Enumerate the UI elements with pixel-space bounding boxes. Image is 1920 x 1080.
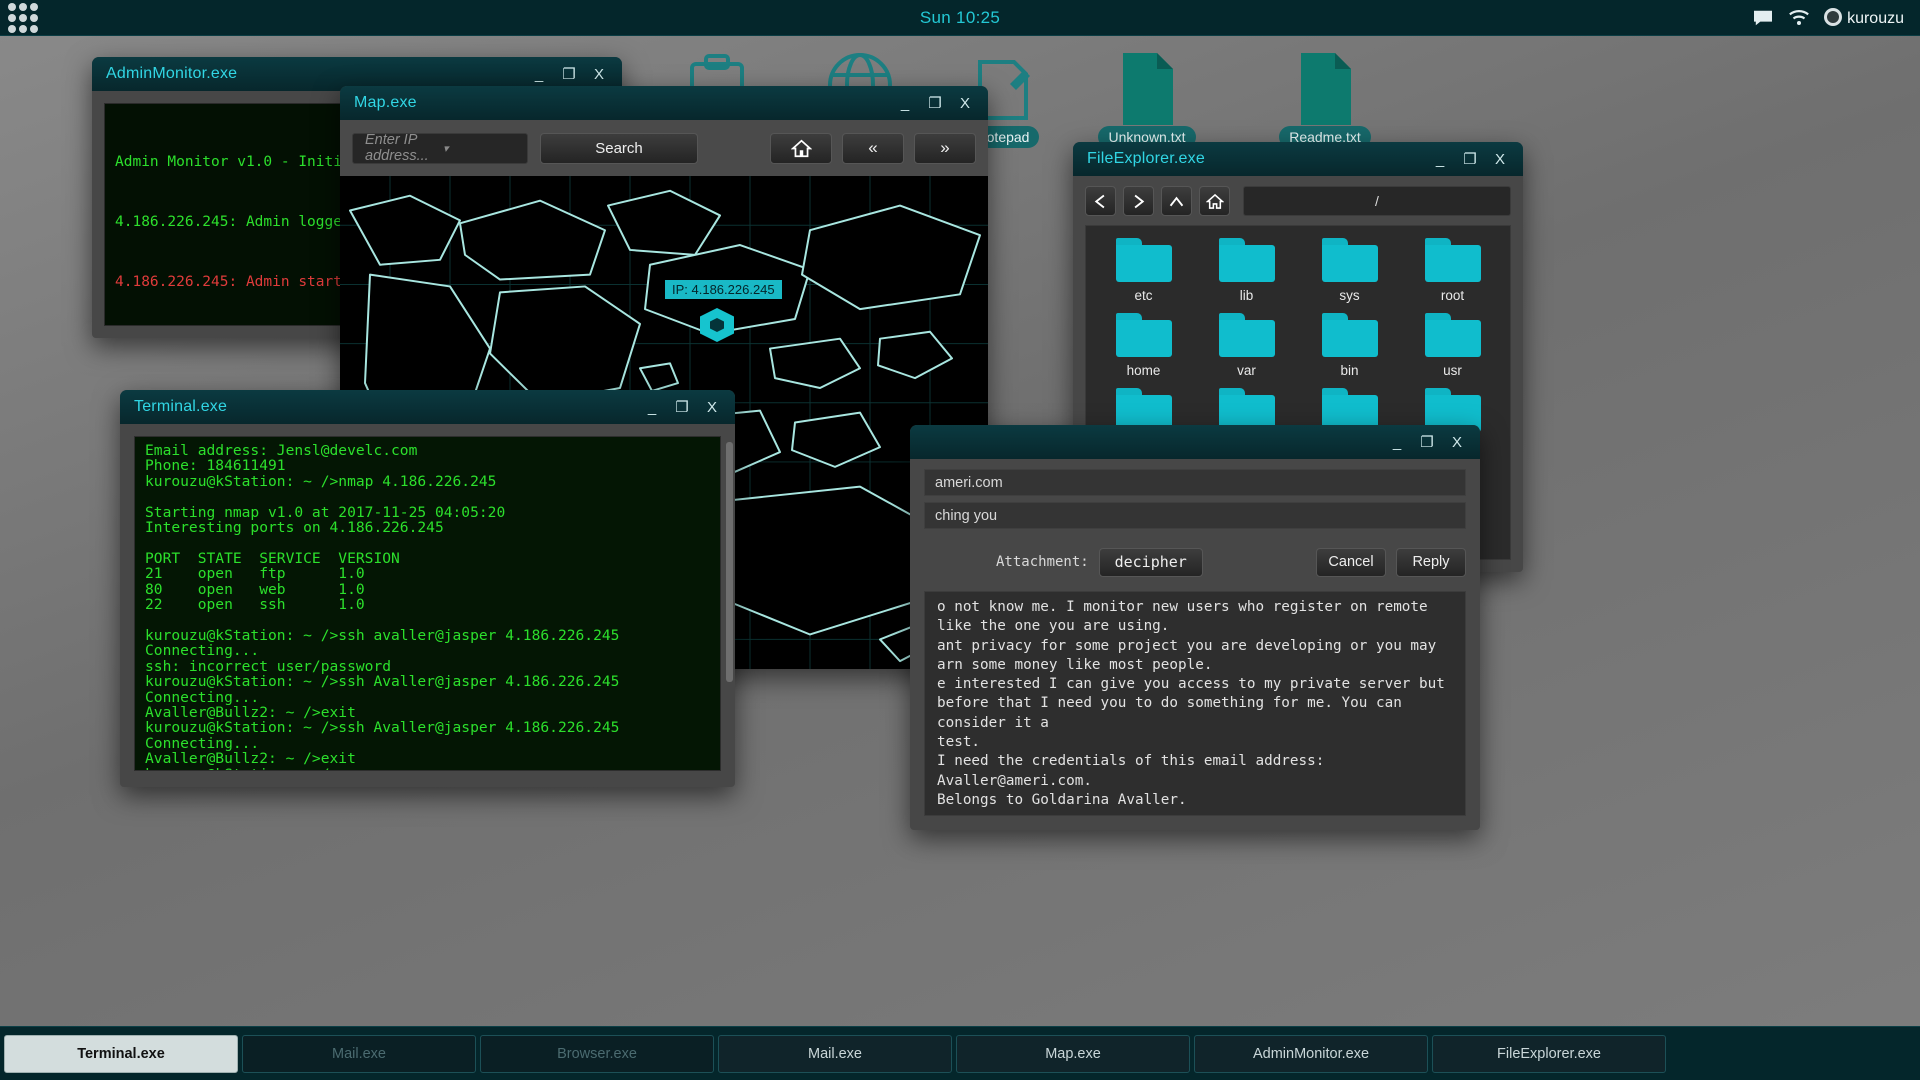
folder-label: bin	[1340, 363, 1359, 378]
folder-icon	[1218, 238, 1275, 282]
window-mail[interactable]: _ ❐ X ameri.com ching you Attachment: de…	[910, 425, 1480, 830]
window-title: Terminal.exe	[134, 398, 228, 415]
titlebar-terminal[interactable]: Terminal.exe _ ❐ X	[120, 390, 735, 424]
window-terminal[interactable]: Terminal.exe _ ❐ X Email address: Jensl@…	[120, 390, 735, 787]
terminal-scrollbar[interactable]	[726, 442, 733, 682]
folder-label: sys	[1339, 288, 1360, 303]
file-icon	[1270, 52, 1380, 126]
mail-body[interactable]: o not know me. I monitor new users who r…	[924, 591, 1466, 816]
maximize-button[interactable]: ❐	[562, 67, 576, 82]
minimize-button[interactable]: _	[645, 400, 659, 415]
mail-action-row: Attachment: decipher Cancel Reply	[924, 541, 1466, 583]
map-home-button[interactable]	[770, 132, 832, 164]
folder-icon	[1424, 238, 1481, 282]
close-button[interactable]: X	[592, 67, 606, 82]
chevron-left-icon[interactable]	[1085, 186, 1116, 216]
top-bar: Sun 10:25 kurouzu	[0, 0, 1920, 36]
map-prev-button[interactable]: «	[842, 132, 904, 164]
folder-label: etc	[1134, 288, 1153, 303]
window-title: Map.exe	[354, 94, 417, 111]
folder-icon	[1321, 238, 1378, 282]
taskbar-item-browser[interactable]: Browser.exe	[480, 1034, 714, 1073]
close-button[interactable]: X	[705, 400, 719, 415]
chevron-up-icon[interactable]	[1161, 186, 1192, 216]
folder-icon	[1115, 313, 1172, 357]
ip-input-placeholder: Enter IP address...	[365, 132, 429, 164]
cancel-button[interactable]: Cancel	[1316, 547, 1386, 577]
maximize-button[interactable]: ❐	[675, 400, 689, 415]
terminal-output[interactable]: Email address: Jensl@develc.com Phone: 1…	[134, 436, 721, 771]
chevron-right-icon[interactable]	[1123, 186, 1154, 216]
folder-item[interactable]: var	[1197, 313, 1296, 378]
folder-icon	[1115, 238, 1172, 282]
taskbar-item-mail-2[interactable]: Mail.exe	[718, 1034, 952, 1073]
location-hex-icon[interactable]	[700, 308, 734, 342]
close-button[interactable]: X	[1493, 152, 1507, 167]
minimize-button[interactable]: _	[898, 96, 912, 111]
folder-icon	[1218, 313, 1275, 357]
folder-icon	[1321, 313, 1378, 357]
folder-item[interactable]: bin	[1300, 313, 1399, 378]
folder-item[interactable]: lib	[1197, 238, 1296, 303]
folder-label: usr	[1443, 363, 1462, 378]
home-icon[interactable]	[1199, 186, 1230, 216]
close-button[interactable]: X	[1450, 435, 1464, 450]
folder-label: home	[1126, 363, 1161, 378]
window-title: FileExplorer.exe	[1087, 150, 1205, 167]
clock: Sun 10:25	[919, 7, 1001, 27]
attachment-label: Attachment:	[996, 554, 1089, 570]
titlebar-mail[interactable]: _ ❐ X	[910, 425, 1480, 459]
mail-subject-field[interactable]: ching you	[924, 502, 1466, 529]
folder-icon	[1424, 313, 1481, 357]
avatar	[1824, 7, 1843, 26]
maximize-button[interactable]: ❐	[1463, 152, 1477, 167]
file-icon	[1092, 52, 1202, 126]
folder-item[interactable]: home	[1094, 313, 1193, 378]
titlebar-fileexplorer[interactable]: FileExplorer.exe _ ❐ X	[1073, 142, 1523, 176]
desktop-icon-readme-txt[interactable]: Readme.txt	[1270, 52, 1380, 148]
fileexplorer-toolbar: /	[1085, 186, 1511, 216]
taskbar-item-adminmonitor[interactable]: AdminMonitor.exe	[1194, 1034, 1428, 1073]
map-next-button[interactable]: »	[914, 132, 976, 164]
titlebar-map[interactable]: Map.exe _ ❐ X	[340, 86, 988, 120]
map-ip-label: IP: 4.186.226.245	[665, 280, 782, 299]
folder-label: root	[1440, 288, 1465, 303]
ip-address-input[interactable]: Enter IP address... ▾	[352, 132, 528, 164]
folder-label: var	[1237, 363, 1256, 378]
folder-item[interactable]: sys	[1300, 238, 1399, 303]
desktop: Sun 10:25 kurouzu Notepad Unknown.txt Re…	[0, 0, 1920, 1080]
maximize-button[interactable]: ❐	[1420, 435, 1434, 450]
reply-button[interactable]: Reply	[1396, 547, 1466, 577]
folder-item[interactable]: usr	[1403, 313, 1502, 378]
minimize-button[interactable]: _	[1390, 435, 1404, 450]
taskbar-item-terminal[interactable]: Terminal.exe	[4, 1034, 238, 1073]
close-button[interactable]: X	[958, 96, 972, 111]
minimize-button[interactable]: _	[532, 67, 546, 82]
window-title: AdminMonitor.exe	[106, 65, 238, 82]
folder-item[interactable]: etc	[1094, 238, 1193, 303]
map-toolbar: Enter IP address... ▾ Search « »	[340, 120, 988, 176]
folder-item[interactable]: root	[1403, 238, 1502, 303]
maximize-button[interactable]: ❐	[928, 96, 942, 111]
taskbar-item-mail-1[interactable]: Mail.exe	[242, 1034, 476, 1073]
minimize-button[interactable]: _	[1433, 152, 1447, 167]
desktop-icon-unknown-txt[interactable]: Unknown.txt	[1092, 52, 1202, 148]
taskbar-item-fileexplorer[interactable]: FileExplorer.exe	[1432, 1034, 1666, 1073]
attachment-button[interactable]: decipher	[1098, 547, 1203, 577]
path-field[interactable]: /	[1243, 186, 1511, 216]
folder-label: lib	[1239, 288, 1254, 303]
mail-from-field[interactable]: ameri.com	[924, 469, 1466, 496]
taskbar-item-map[interactable]: Map.exe	[956, 1034, 1190, 1073]
map-search-button[interactable]: Search	[540, 132, 698, 164]
taskbar: Terminal.exe Mail.exe Browser.exe Mail.e…	[0, 1026, 1920, 1080]
chevron-down-icon[interactable]: ▾	[443, 142, 521, 155]
